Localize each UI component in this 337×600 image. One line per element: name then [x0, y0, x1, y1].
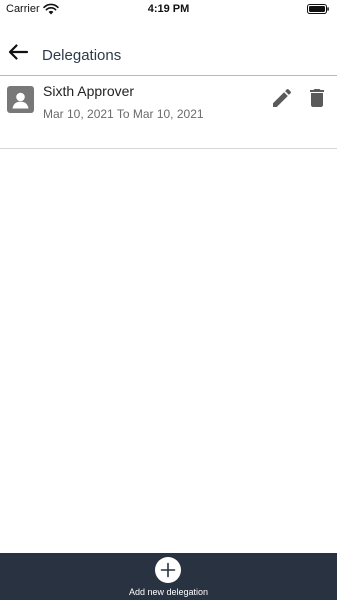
- header-bar: Delegations: [0, 36, 337, 76]
- add-delegation-label[interactable]: Add new delegation: [0, 587, 337, 597]
- page-title: Delegations: [42, 47, 122, 64]
- delegation-row[interactable]: Sixth Approver Mar 10, 2021 To Mar 10, 2…: [0, 77, 337, 149]
- status-bar: Carrier 4:19 PM: [0, 0, 337, 20]
- status-time: 4:19 PM: [147, 3, 190, 15]
- battery-icon: [307, 4, 329, 14]
- delegation-dates: Mar 10, 2021 To Mar 10, 2021: [43, 107, 204, 121]
- plus-circle-icon[interactable]: [155, 557, 181, 583]
- delegation-name: Sixth Approver: [43, 83, 135, 99]
- footer-bar: Add new delegation: [0, 553, 337, 600]
- trash-icon[interactable]: [305, 86, 329, 110]
- pencil-icon[interactable]: [270, 86, 294, 110]
- back-arrow-icon[interactable]: [6, 40, 30, 64]
- user-icon: [7, 86, 34, 113]
